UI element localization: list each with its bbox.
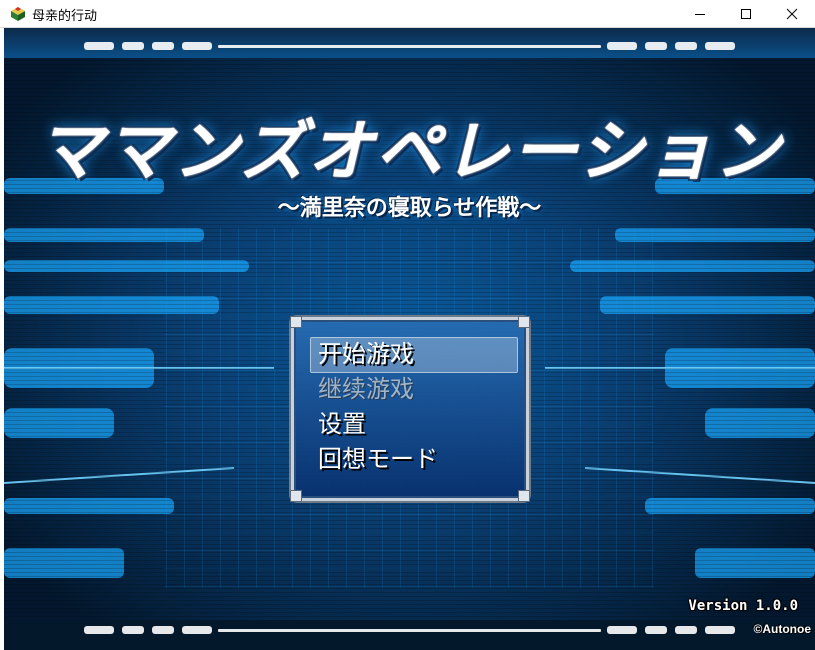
window-corner-bottom-left [290,490,302,502]
title-bar[interactable]: 母亲的行动 [0,0,815,28]
menu-item-recollection[interactable]: 回想モード [318,443,438,475]
window-corner-bottom-right [518,490,530,502]
game-logo: ママンズオペレーション [36,113,783,190]
window-corner-top-right [518,316,530,328]
maximize-icon [741,8,751,19]
menu-item-new-game[interactable]: 开始游戏 [318,338,414,370]
menu-item-continue[interactable]: 继续游戏 [318,373,414,405]
version-label: Version 1.0.0 [688,598,798,614]
window-title: 母亲的行动 [32,9,98,24]
menu-item-options[interactable]: 设置 [318,408,366,440]
game-app-icon [11,7,25,21]
close-button[interactable] [769,0,815,27]
close-icon [786,8,798,19]
minimize-button[interactable] [677,0,723,27]
copyright-label: ©Autonoe [753,622,812,636]
maximize-button[interactable] [723,0,769,27]
game-subtitle: ～満里奈の寝取らせ作戦～ [277,195,542,221]
game-window: 母亲的行动 ママンズオペレーション ～満里奈の寝取らせ作戦～ 开始游戏 继续游戏… [0,0,815,650]
title-command-window: 开始游戏 继续游戏 设置 回想モード [290,316,530,502]
window-corner-top-left [290,316,302,328]
game-canvas[interactable]: ママンズオペレーション ～満里奈の寝取らせ作戦～ 开始游戏 继续游戏 设置 回想… [4,28,815,650]
minimize-icon [695,13,705,15]
